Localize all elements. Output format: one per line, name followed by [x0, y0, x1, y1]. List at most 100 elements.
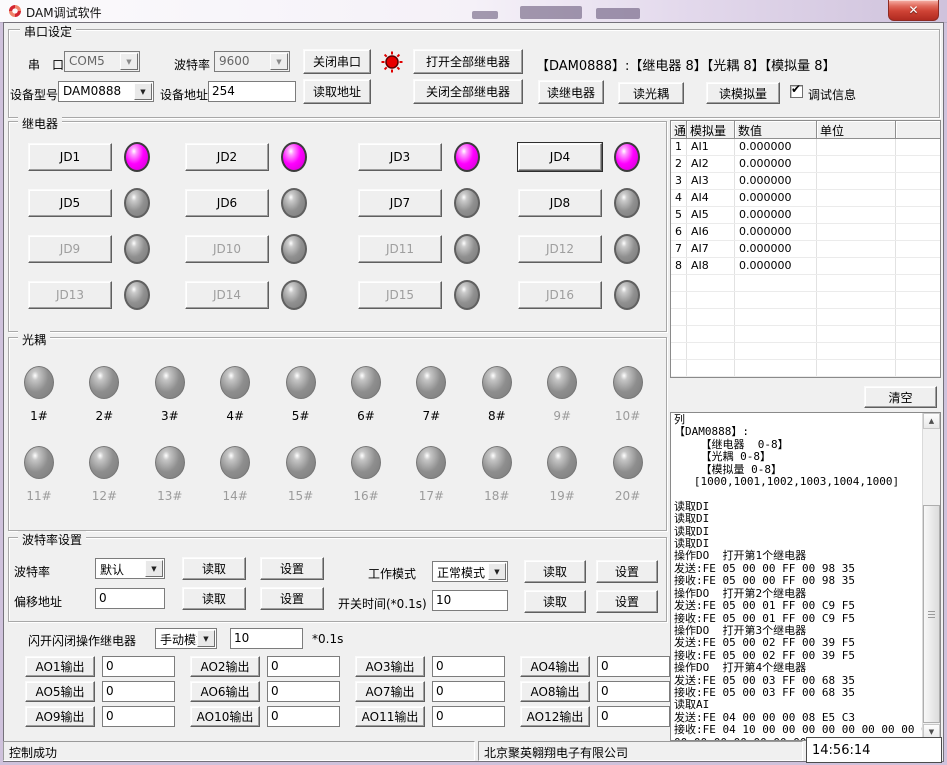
- ao-output-button-1[interactable]: AO1输出: [25, 656, 95, 677]
- close-button[interactable]: ✕: [888, 0, 939, 21]
- read-relay-button[interactable]: 读继电器: [538, 80, 604, 104]
- scrollbar-thumb[interactable]: [923, 505, 940, 723]
- ao-output-field-2[interactable]: 0: [267, 656, 340, 677]
- ao-output-button-4[interactable]: AO4输出: [520, 656, 590, 677]
- ao-output-button-11[interactable]: AO11输出: [355, 706, 425, 727]
- relay-button-jd15: JD15: [358, 281, 442, 309]
- log-scrollbar[interactable]: ▲ ▼: [922, 413, 940, 740]
- baud-set-button[interactable]: 设置: [260, 557, 324, 580]
- relay-button-jd1[interactable]: JD1: [28, 143, 112, 171]
- table-row[interactable]: 1AI10.000000: [671, 139, 940, 156]
- table-row[interactable]: 7AI70.000000: [671, 241, 940, 258]
- analog-cell: [687, 292, 735, 308]
- analog-cell: [896, 292, 940, 308]
- open-all-relays-button[interactable]: 打开全部继电器: [413, 49, 523, 74]
- ao-output-field-4[interactable]: 0: [597, 656, 670, 677]
- ao-output-button-7[interactable]: AO7输出: [355, 681, 425, 702]
- serial-group-title: 串口设定: [20, 23, 76, 40]
- relay-button-jd3[interactable]: JD3: [358, 143, 442, 171]
- address-field[interactable]: 254: [208, 81, 296, 102]
- table-row[interactable]: 3AI30.000000: [671, 173, 940, 190]
- relay-button-jd5[interactable]: JD5: [28, 189, 112, 217]
- relay-button-jd4[interactable]: JD4: [518, 143, 602, 171]
- log-box[interactable]: 列 【DAM0888】: 【继电器 0-8】 【光耦 0-8】 【模拟量 0-8…: [670, 412, 941, 741]
- table-row[interactable]: 2AI20.000000: [671, 156, 940, 173]
- switch-read-button[interactable]: 读取: [524, 590, 586, 613]
- chevron-down-icon: ▼: [120, 53, 138, 70]
- opto-led-1: [24, 366, 54, 399]
- read-address-button[interactable]: 读取地址: [303, 79, 371, 104]
- flash-time-field[interactable]: 10: [230, 628, 303, 649]
- table-row[interactable]: 8AI80.000000: [671, 258, 940, 275]
- switch-set-button[interactable]: 设置: [596, 590, 658, 613]
- chevron-down-icon: ▼: [270, 53, 288, 70]
- ao-output-field-1[interactable]: 0: [102, 656, 175, 677]
- ao-output-button-3[interactable]: AO3输出: [355, 656, 425, 677]
- chevron-down-icon[interactable]: ▼: [488, 563, 506, 580]
- offset-read-button[interactable]: 读取: [182, 587, 246, 610]
- ao-output-button-2[interactable]: AO2输出: [190, 656, 260, 677]
- ao-output-field-3[interactable]: 0: [432, 656, 505, 677]
- ao-output-button-9[interactable]: AO9输出: [25, 706, 95, 727]
- table-row[interactable]: 5AI50.000000: [671, 207, 940, 224]
- offset-field[interactable]: 0: [95, 588, 165, 609]
- column-header-2[interactable]: 数值: [735, 121, 817, 139]
- analog-cell: [896, 275, 940, 291]
- ao-output-field-6[interactable]: 0: [267, 681, 340, 702]
- analog-cell: AI1: [687, 139, 735, 155]
- mode-set-button[interactable]: 设置: [596, 560, 658, 583]
- analog-cell: AI5: [687, 207, 735, 223]
- baud-read-button[interactable]: 读取: [182, 557, 246, 580]
- flash-mode-combo[interactable]: 手动模式 ▼: [155, 628, 217, 649]
- chevron-down-icon[interactable]: ▼: [197, 630, 215, 647]
- ao-output-field-7[interactable]: 0: [432, 681, 505, 702]
- relay-button-jd6[interactable]: JD6: [185, 189, 269, 217]
- mode-read-button[interactable]: 读取: [524, 560, 586, 583]
- opto-label-16: 16#: [346, 489, 386, 503]
- debug-info-checkbox[interactable]: ✔: [790, 85, 803, 98]
- table-row[interactable]: 6AI60.000000: [671, 224, 940, 241]
- scroll-up-icon[interactable]: ▲: [923, 413, 940, 429]
- chevron-down-icon[interactable]: ▼: [145, 560, 163, 577]
- ao-output-button-5[interactable]: AO5输出: [25, 681, 95, 702]
- model-combo[interactable]: DAM0888 ▼: [58, 81, 154, 102]
- relay-button-jd2[interactable]: JD2: [185, 143, 269, 171]
- table-row[interactable]: 4AI40.000000: [671, 190, 940, 207]
- ao-output-button-8[interactable]: AO8输出: [520, 681, 590, 702]
- column-header-3[interactable]: 单位: [817, 121, 896, 139]
- opto-label-13: 13#: [150, 489, 190, 503]
- ao-output-field-12[interactable]: 0: [597, 706, 670, 727]
- ao-output-button-12[interactable]: AO12输出: [520, 706, 590, 727]
- opto-led-4: [220, 366, 250, 399]
- ao-output-button-10[interactable]: AO10输出: [190, 706, 260, 727]
- work-mode-combo[interactable]: 正常模式 ▼: [432, 561, 508, 582]
- column-header-1[interactable]: 模拟量: [687, 121, 735, 139]
- relay-led-jd12: [614, 234, 640, 264]
- close-icon: ✕: [908, 3, 918, 17]
- close-all-relays-button[interactable]: 关闭全部继电器: [413, 79, 523, 104]
- read-analog-button[interactable]: 读模拟量: [706, 82, 780, 104]
- column-header-4[interactable]: [896, 121, 940, 139]
- switch-time-field[interactable]: 10: [432, 590, 508, 611]
- analog-cell: [687, 343, 735, 359]
- ao-output-field-9[interactable]: 0: [102, 706, 175, 727]
- settings-baud-value: 默认: [100, 561, 124, 578]
- chevron-down-icon[interactable]: ▼: [134, 83, 152, 100]
- settings-baud-combo[interactable]: 默认 ▼: [95, 558, 165, 579]
- relay-button-jd7[interactable]: JD7: [358, 189, 442, 217]
- analog-cell: [671, 326, 687, 342]
- clear-log-button[interactable]: 清空: [864, 386, 937, 408]
- close-port-button[interactable]: 关闭串口: [303, 49, 371, 74]
- ao-output-field-8[interactable]: 0: [597, 681, 670, 702]
- ao-output-field-5[interactable]: 0: [102, 681, 175, 702]
- ao-output-button-6[interactable]: AO6输出: [190, 681, 260, 702]
- offset-set-button[interactable]: 设置: [260, 587, 324, 610]
- port-combo: COM5 ▼: [64, 51, 140, 72]
- read-opto-button[interactable]: 读光耦: [618, 82, 684, 104]
- port-label: 串 口: [28, 56, 64, 73]
- column-header-0[interactable]: 通: [671, 121, 687, 139]
- analog-cell: [896, 190, 940, 206]
- relay-button-jd8[interactable]: JD8: [518, 189, 602, 217]
- ao-output-field-11[interactable]: 0: [432, 706, 505, 727]
- ao-output-field-10[interactable]: 0: [267, 706, 340, 727]
